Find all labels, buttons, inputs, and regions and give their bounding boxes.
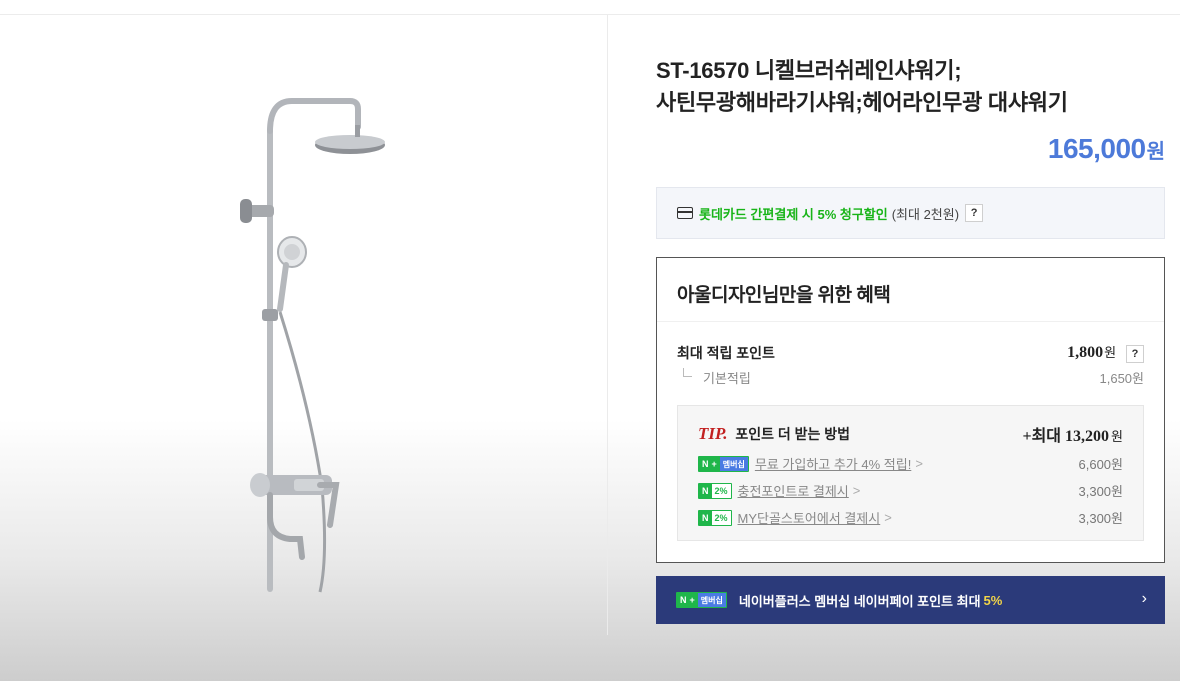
naver-2pct-badge: N 2% bbox=[698, 482, 732, 499]
tip-heading: 포인트 더 받는 방법 bbox=[735, 426, 851, 442]
card-discount-banner: 롯데카드 간편결제 시 5% 청구할인 (최대 2천원) ? bbox=[656, 187, 1165, 239]
max-points-value-wrap: 1,800원 ? bbox=[1067, 342, 1144, 363]
chevron-right-icon: > bbox=[884, 510, 892, 525]
tip-row-link[interactable]: 무료 가입하고 추가 4% 적립! bbox=[755, 454, 911, 473]
product-title-line1: ST-16570 니켈브러쉬레인샤워기; bbox=[656, 58, 962, 83]
tip-row-membership[interactable]: N + 멤버십 무료 가입하고 추가 4% 적립! > 6,600원 bbox=[698, 454, 1123, 473]
product-title-line2: 사틴무광해바라기샤워;헤어라인무광 대샤워기 bbox=[656, 90, 1068, 115]
naver-plus-text: 네이버플러스 멤버십 네이버페이 포인트 최대 bbox=[738, 593, 981, 609]
shower-fixture-image[interactable] bbox=[230, 87, 430, 607]
benefits-heading: 아울디자인님만을 위한 혜택 bbox=[657, 258, 1164, 322]
product-image-pane bbox=[0, 15, 607, 635]
tip-header: TIP. 포인트 더 받는 방법 +최대 13,200 원 bbox=[698, 422, 1123, 446]
naver-membership-badge: N + 멤버십 bbox=[698, 455, 749, 472]
tip-row-value: 3,300원 bbox=[1078, 484, 1124, 499]
chevron-right-icon: › bbox=[1141, 590, 1147, 607]
max-points-row: 최대 적립 포인트 1,800원 ? bbox=[677, 342, 1144, 363]
chevron-right-icon: > bbox=[852, 483, 861, 498]
card-discount-help-button[interactable]: ? bbox=[965, 204, 984, 222]
naver-membership-badge: N + 멤버십 bbox=[676, 592, 727, 608]
tip-row-link[interactable]: MY단골스토어에서 결제시 bbox=[738, 508, 881, 527]
naver-plus-membership-banner[interactable]: N + 멤버십 네이버플러스 멤버십 네이버페이 포인트 최대 5% › bbox=[656, 576, 1165, 624]
tip-row-link[interactable]: 충전포인트로 결제시 bbox=[738, 481, 849, 500]
tip-box: TIP. 포인트 더 받는 방법 +최대 13,200 원 N + 멤버십 무료 가입… bbox=[677, 405, 1144, 541]
tip-row-value: 3,300원 bbox=[1078, 511, 1124, 526]
max-points-value: 1,800원 bbox=[1067, 344, 1117, 361]
tip-row-value: 6,600원 bbox=[1078, 457, 1124, 472]
basic-points-label: 기본적립 bbox=[677, 368, 751, 387]
price-value: 165,000 bbox=[1047, 133, 1146, 164]
tip-row-charge-points[interactable]: N 2% 충전포인트로 결제시 > 3,300원 bbox=[698, 481, 1123, 500]
tip-row-my-store[interactable]: N 2% MY단골스토어에서 결제시 > 3,300원 bbox=[698, 508, 1123, 527]
tip-word: TIP. bbox=[698, 424, 728, 443]
max-points-label: 최대 적립 포인트 bbox=[677, 344, 775, 361]
credit-card-icon bbox=[677, 207, 693, 219]
naver-2pct-badge: N 2% bbox=[698, 509, 732, 526]
product-title: ST-16570 니켈브러쉬레인샤워기; 사틴무광해바라기샤워;헤어라인무광 대… bbox=[656, 55, 1165, 119]
card-discount-highlight: 롯데카드 간편결제 시 5% 청구할인 bbox=[699, 206, 888, 222]
basic-points-row: 기본적립 1,650원 bbox=[677, 368, 1144, 387]
member-benefits-box: 아울디자인님만을 위한 혜택 최대 적립 포인트 1,800원 ? 기본적립 1… bbox=[656, 257, 1165, 563]
price-unit: 원 bbox=[1146, 141, 1165, 163]
card-discount-note: (최대 2천원) bbox=[891, 206, 960, 222]
pane-divider bbox=[607, 15, 608, 635]
naver-plus-highlight: 5% bbox=[983, 592, 1003, 608]
chevron-right-icon: > bbox=[915, 456, 923, 471]
tip-total: +최대 13,200 원 bbox=[1022, 428, 1123, 445]
product-price: 165,000원 bbox=[1048, 133, 1165, 165]
tip-heading-wrap: TIP. 포인트 더 받는 방법 bbox=[698, 424, 850, 444]
max-points-help-button[interactable]: ? bbox=[1126, 345, 1144, 363]
basic-points-value: 1,650원 bbox=[1099, 371, 1145, 386]
